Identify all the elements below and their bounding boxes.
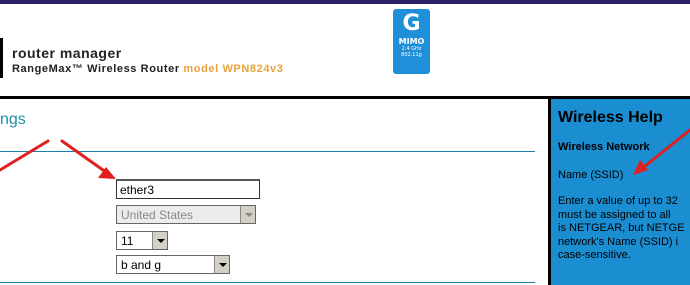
badge-label: MIMO xyxy=(398,37,425,46)
logo-bar xyxy=(0,38,3,78)
help-name-label: Name (SSID) xyxy=(558,169,624,181)
chevron-down-icon xyxy=(240,206,255,223)
help-line: must be assigned to all xyxy=(558,208,671,221)
help-line: is NETGEAR, but NETGE xyxy=(558,222,685,234)
chevron-down-icon[interactable] xyxy=(152,232,167,249)
ssid-value: ether3 xyxy=(120,183,155,197)
app-title: router manager xyxy=(12,45,122,61)
mode-select[interactable]: b and g xyxy=(116,255,230,274)
ssid-input[interactable]: ether3 xyxy=(116,179,260,199)
section-rule-bottom xyxy=(0,282,535,283)
region-select: United States xyxy=(116,205,256,224)
mimo-badge: G MIMO 2.4 GHz 802.11g xyxy=(393,9,430,74)
region-value: United States xyxy=(121,208,194,222)
help-panel: Wireless Help Wireless Network Name (SSI… xyxy=(548,99,690,285)
app-subtitle: RangeMax™ Wireless Router model WPN824v3 xyxy=(12,63,284,75)
badge-standard: 802.11g xyxy=(401,52,422,58)
settings-panel: ngs ether3 United States 11 b and g xyxy=(0,99,548,285)
help-subheading: Wireless Network xyxy=(558,141,650,153)
help-line: network's Name (SSID) i xyxy=(558,235,679,248)
mode-value: b and g xyxy=(121,258,162,272)
help-line: case-sensitive. xyxy=(558,249,631,261)
channel-select[interactable]: 11 xyxy=(116,231,168,250)
model-name: model WPN824v3 xyxy=(183,63,284,75)
channel-value: 11 xyxy=(121,234,134,248)
section-rule xyxy=(0,151,535,152)
help-heading: Wireless Help xyxy=(558,109,663,126)
chevron-down-icon[interactable] xyxy=(214,256,229,273)
help-body: Enter a value of up to 32 must be assign… xyxy=(558,195,690,263)
help-line: Enter a value of up to 32 xyxy=(558,195,678,207)
badge-letter: G xyxy=(402,11,421,36)
product-name: RangeMax™ Wireless Router xyxy=(12,63,184,75)
section-title: ngs xyxy=(0,111,26,128)
